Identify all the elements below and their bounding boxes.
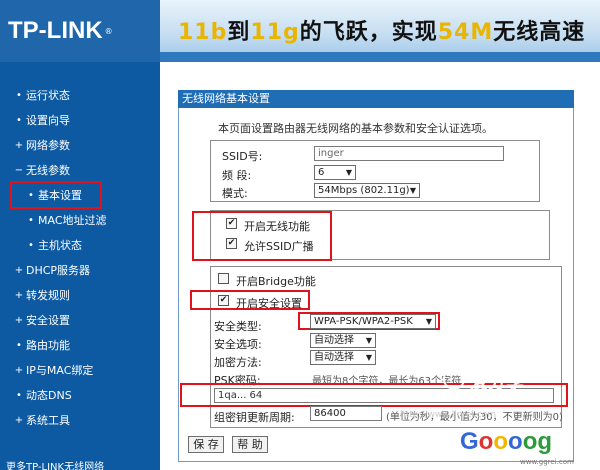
security-type-select[interactable]: WPA-PSK/WPA2-PSK ▼ [310, 314, 436, 329]
banner-part-3: 11g [250, 20, 300, 45]
bullet-icon: − [14, 164, 24, 176]
ssid-broadcast-checkbox[interactable]: ✔ [226, 238, 237, 249]
sidebar-item-label: 无线参数 [26, 164, 70, 177]
banner-part-1: 11b [178, 20, 228, 45]
bullet-icon: + [14, 314, 24, 326]
sidebar-item[interactable]: • MAC地址过滤 [0, 208, 160, 232]
bullet-icon: + [14, 364, 24, 376]
bullet-icon: + [14, 139, 24, 151]
sidebar-item[interactable]: • 设置向导 [0, 108, 160, 132]
trademark: ® [104, 26, 113, 36]
channel-select[interactable]: 6 ▼ [314, 165, 356, 180]
security-type-label: 安全类型: [214, 320, 262, 333]
enable-bridge-checkbox[interactable] [218, 273, 229, 284]
banner-slogan: 11b到11g的飞跃，实现54M无线高速 [178, 14, 585, 46]
sidebar-item-label: DHCP服务器 [26, 264, 91, 277]
tp-link-logo: TP-LINK ® [0, 0, 160, 62]
banner-part-5: 54M [437, 20, 494, 45]
sidebar-item[interactable]: + IP与MAC绑定 [0, 358, 160, 382]
sidebar-item-label: 网络参数 [26, 139, 70, 152]
sidebar-item[interactable]: + 转发规则 [0, 283, 160, 307]
bullet-icon: + [14, 289, 24, 301]
sidebar-item[interactable]: + DHCP服务器 [0, 258, 160, 282]
sidebar-item-label: 主机状态 [38, 239, 82, 252]
banner-part-2: 到 [227, 20, 251, 45]
sidebar-item[interactable]: • 路由功能 [0, 333, 160, 357]
bullet-icon: • [28, 214, 34, 226]
channel-label: 频 段: [222, 169, 252, 182]
share-logo-icon [443, 368, 465, 390]
sidebar-item-label: IP与MAC绑定 [26, 364, 94, 377]
bullet-icon: • [16, 339, 22, 351]
bullet-icon: + [14, 264, 24, 276]
sidebar-item[interactable]: • 动态DNS [0, 383, 160, 407]
chevron-down-icon: ▼ [425, 317, 432, 326]
page-description: 本页面设置路由器无线网络的基本参数和安全认证选项。 [218, 122, 493, 135]
sidebar-item-label: 安全设置 [26, 314, 70, 327]
sidebar-item[interactable]: + 安全设置 [0, 308, 160, 332]
watermark-logo: Goooog [460, 428, 553, 455]
mode-label: 模式: [222, 187, 248, 200]
group-key-label: 组密钥更新周期: [214, 411, 295, 424]
watermark-logo-sub: www.ggrei.com [520, 458, 574, 466]
sidebar-item-label: 转发规则 [26, 289, 70, 302]
channel-value: 6 [318, 167, 325, 178]
group-key-input[interactable]: 86400 [310, 406, 382, 421]
bullet-icon: • [16, 89, 22, 101]
ssid-label: SSID号: [222, 150, 263, 163]
banner-stripe [160, 52, 600, 62]
encryption-value: 自动选择 [314, 352, 354, 363]
sidebar-item[interactable]: + 网络参数 [0, 133, 160, 157]
chevron-down-icon: ▼ [409, 186, 416, 195]
enable-bridge-label: 开启Bridge功能 [236, 275, 316, 288]
bullet-icon: • [28, 189, 34, 201]
sidebar-item[interactable]: • 基本设置 [10, 181, 102, 209]
sidebar-item-label: MAC地址过滤 [38, 214, 107, 227]
sidebar-item-label: 系统工具 [26, 414, 70, 427]
encryption-select[interactable]: 自动选择 ▼ [310, 350, 376, 365]
banner-part-4: 的飞跃，实现 [299, 20, 438, 45]
sidebar-item[interactable]: + 系统工具 [0, 408, 160, 432]
ssid-broadcast-label: 允许SSID广播 [244, 240, 314, 253]
enable-wireless-checkbox[interactable]: ✔ [226, 218, 237, 229]
chevron-down-icon: ▼ [365, 336, 372, 345]
logo-text: TP-LINK [8, 17, 103, 44]
enable-security-checkbox[interactable]: ✔ [218, 295, 229, 306]
mode-select[interactable]: 54Mbps (802.11g) ▼ [314, 183, 420, 198]
enable-security-label: 开启安全设置 [236, 297, 302, 310]
help-button[interactable]: 帮 助 [232, 436, 268, 453]
sidebar-item-label: 动态DNS [26, 389, 72, 402]
sidebar-footer-link[interactable]: 更多TP-LINK无线网络 [6, 458, 104, 470]
bullet-icon: + [14, 414, 24, 426]
chevron-down-icon: ▼ [345, 168, 352, 177]
sidebar-item-label: 设置向导 [26, 114, 70, 127]
enable-wireless-label: 开启无线功能 [244, 220, 310, 233]
watermark-brand: 爱分享 [470, 372, 524, 393]
page-title: 无线网络基本设置 [178, 90, 574, 108]
sidebar-item[interactable]: • 运行状态 [0, 83, 160, 107]
security-type-value: WPA-PSK/WPA2-PSK [314, 316, 413, 327]
sidebar-item[interactable]: − 无线参数 [0, 158, 160, 182]
watermark-url: http://www.linrei.com [400, 410, 497, 420]
encryption-label: 加密方法: [214, 356, 262, 369]
sidebar-item-label: 运行状态 [26, 89, 70, 102]
sidebar-item[interactable]: • 主机状态 [0, 233, 160, 257]
security-option-label: 安全选项: [214, 338, 262, 351]
mode-value: 54Mbps (802.11g) [318, 185, 410, 196]
ssid-input[interactable]: inger [314, 146, 504, 161]
sidebar-item-label: 路由功能 [26, 339, 70, 352]
chevron-down-icon: ▼ [365, 353, 372, 362]
security-option-select[interactable]: 自动选择 ▼ [310, 333, 376, 348]
sidebar-item-label: 基本设置 [38, 189, 82, 202]
bullet-icon: • [28, 239, 34, 251]
bullet-icon: • [16, 389, 22, 401]
bullet-icon: • [16, 114, 22, 126]
banner-part-6: 无线高速 [493, 20, 586, 45]
save-button[interactable]: 保 存 [188, 436, 224, 453]
security-option-value: 自动选择 [314, 335, 354, 346]
